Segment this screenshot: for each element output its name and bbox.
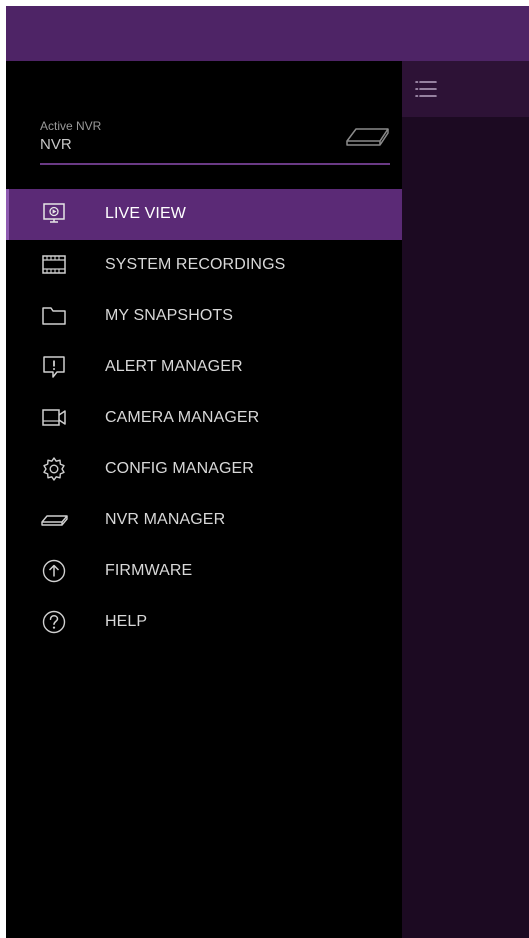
hamburger-icon[interactable] [415,79,437,99]
camera-icon [40,405,68,431]
menu-item-alert-manager[interactable]: ALERT MANAGER [6,342,402,393]
app-screen: Active NVR NVR LIVE VIEW SYSTEM RECORDIN… [6,6,529,938]
nvr-icon [40,507,68,533]
menu-item-system-recordings[interactable]: SYSTEM RECORDINGS [6,240,402,291]
menu-label-nvr-manager: NVR MANAGER [105,511,226,528]
menu-label-camera-manager: CAMERA MANAGER [105,409,260,426]
menu-label-my-snapshots: MY SNAPSHOTS [105,307,234,324]
content-pane [402,61,529,938]
menu-item-live-view[interactable]: LIVE VIEW [6,189,402,240]
gear-icon [40,456,68,482]
menu-label-live-view: LIVE VIEW [105,205,186,222]
active-nvr-caption: Active NVR [40,119,102,133]
menu-label-system-recordings: SYSTEM RECORDINGS [105,256,286,273]
navigation-drawer: Active NVR NVR LIVE VIEW SYSTEM RECORDIN… [6,61,402,938]
folder-icon [40,303,68,329]
menu-label-help: HELP [105,613,148,630]
menu-label-firmware: FIRMWARE [105,562,193,579]
alert-icon [40,354,68,380]
menu-label-config-manager: CONFIG MANAGER [105,460,254,477]
menu-label-alert-manager: ALERT MANAGER [105,358,243,375]
menu-item-help[interactable]: HELP [6,597,402,648]
status-bar [6,6,529,61]
film-icon [40,252,68,278]
nvr-device-icon [344,125,390,149]
help-icon [40,609,68,635]
drawer-menu: LIVE VIEW SYSTEM RECORDINGS MY SNAPSHOTS… [6,189,402,648]
upload-icon [40,558,68,584]
active-nvr-selector[interactable]: Active NVR NVR [40,119,390,165]
active-nvr-value: NVR [40,136,72,153]
monitor-icon [40,201,68,227]
menu-item-config-manager[interactable]: CONFIG MANAGER [6,444,402,495]
menu-item-firmware[interactable]: FIRMWARE [6,546,402,597]
content-toolbar [402,61,529,117]
menu-item-nvr-manager[interactable]: NVR MANAGER [6,495,402,546]
menu-item-my-snapshots[interactable]: MY SNAPSHOTS [6,291,402,342]
menu-item-camera-manager[interactable]: CAMERA MANAGER [6,393,402,444]
